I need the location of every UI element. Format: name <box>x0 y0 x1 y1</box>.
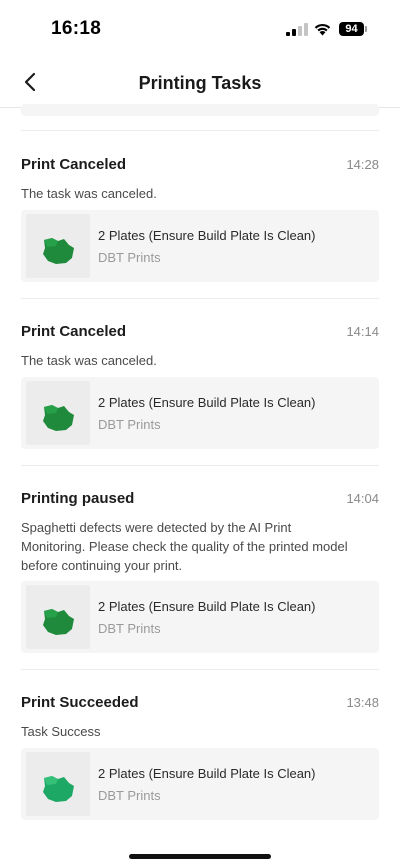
task-title: Print Canceled <box>21 156 127 173</box>
task-time: 14:28 <box>346 157 379 172</box>
model-thumbnail-icon <box>43 609 74 635</box>
task-description: The task was canceled. <box>21 186 157 201</box>
cellular-signal-icon <box>286 23 308 36</box>
plate-source: DBT Prints <box>98 788 161 803</box>
plate-name: 2 Plates (Ensure Build Plate Is Clean) <box>98 228 316 243</box>
status-time: 16:18 <box>51 18 102 39</box>
task-time: 14:04 <box>346 491 379 506</box>
task-card[interactable]: 2 Plates (Ensure Build Plate Is Clean) D… <box>21 581 379 653</box>
task-description: The task was canceled. <box>21 353 157 368</box>
battery-level: 94 <box>339 22 364 36</box>
task-card[interactable]: 2 Plates (Ensure Build Plate Is Clean) D… <box>21 210 379 282</box>
task-description: Spaghetti defects were detected by the A… <box>21 520 348 573</box>
model-thumbnail <box>26 752 90 816</box>
model-thumbnail-icon <box>43 238 74 264</box>
divider <box>21 669 379 670</box>
task-time: 13:48 <box>346 695 379 710</box>
plate-source: DBT Prints <box>98 250 161 265</box>
task-title: Print Canceled <box>21 323 127 340</box>
model-thumbnail-icon <box>43 405 74 431</box>
battery-icon: 94 <box>339 22 367 37</box>
status-bar: 16:18 94 <box>0 0 400 56</box>
divider <box>21 465 379 466</box>
plate-name: 2 Plates (Ensure Build Plate Is Clean) <box>98 599 316 614</box>
plate-name: 2 Plates (Ensure Build Plate Is Clean) <box>98 395 316 410</box>
model-thumbnail <box>26 381 90 445</box>
task-title: Print Succeeded <box>21 694 139 711</box>
plate-source: DBT Prints <box>98 621 161 636</box>
model-thumbnail <box>26 585 90 649</box>
task-card-partial[interactable] <box>21 104 379 116</box>
page-title: Printing Tasks <box>138 73 262 93</box>
home-indicator[interactable] <box>129 854 271 859</box>
model-thumbnail-icon <box>43 776 74 802</box>
task-card[interactable]: 2 Plates (Ensure Build Plate Is Clean) D… <box>21 377 379 449</box>
task-card[interactable]: 2 Plates (Ensure Build Plate Is Clean) D… <box>21 748 379 820</box>
divider <box>21 130 379 131</box>
model-thumbnail <box>26 214 90 278</box>
plate-source: DBT Prints <box>98 417 161 432</box>
task-time: 14:14 <box>346 324 379 339</box>
task-description: Task Success <box>21 724 101 739</box>
nav-header: Printing Tasks <box>0 56 400 108</box>
task-title: Printing paused <box>21 490 135 507</box>
wifi-icon <box>314 23 331 36</box>
divider <box>21 298 379 299</box>
plate-name: 2 Plates (Ensure Build Plate Is Clean) <box>98 766 316 781</box>
